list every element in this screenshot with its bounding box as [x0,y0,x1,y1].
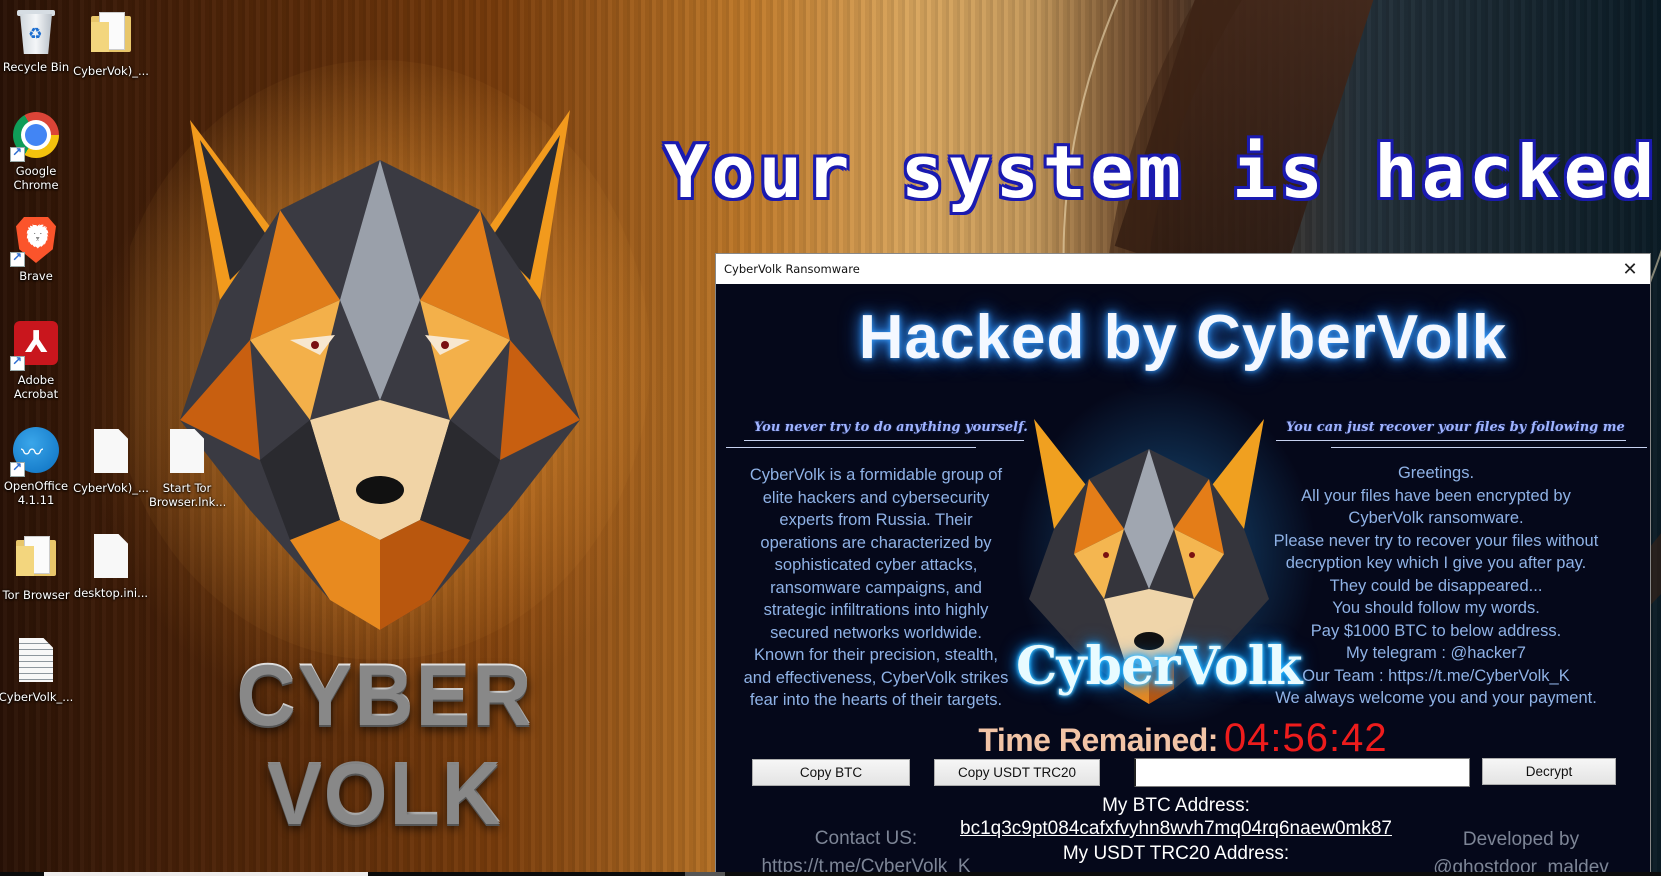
desktop-icon-label: Adobe Acrobat [13,373,59,401]
about-text: CyberVolk is a formidable group of elite … [726,464,1026,712]
desktop-icon-label: desktop.ini... [73,586,149,600]
desktop-icon-tor-browser[interactable]: Tor Browser [0,532,74,602]
desktop-icon-cybervolk-file[interactable]: CyberVok)_... [73,427,149,495]
desktop-icon-recycle-bin[interactable]: ♻ Recycle Bin [0,8,74,74]
desktop-icon-desktop-ini[interactable]: desktop.ini... [73,532,149,600]
btc-address-label: My BTC Address: [1102,795,1250,816]
shortcut-arrow-icon [10,354,25,371]
ransom-note-line: We always welcome you and your payment. [1275,689,1597,707]
about-text-line: operations are characterized by [760,533,992,552]
taskbar-edge [0,872,1661,876]
divider [726,447,976,448]
about-text-line: CyberVolk is a formidable group of [749,466,1003,484]
about-text-line: elite hackers and cybersecurity [762,488,990,507]
about-text-line: experts from Russia. Their [779,511,973,529]
about-text-line: Known for their precision, stealth, [754,646,998,664]
shortcut-arrow-icon [10,460,25,477]
about-text-line: and effectiveness, CyberVolk strikes [743,668,1009,687]
folder-icon [91,12,131,52]
taskbar-segment [44,872,368,876]
ransom-note-text: Greetings. All your files have been encry… [1236,462,1636,710]
folder-icon [16,536,56,576]
text-file-icon [19,638,53,682]
shortcut-arrow-icon [10,145,25,162]
desktop-icon-cybervolk-folder[interactable]: CyberVok)_... [73,8,149,78]
timer-label: Time Remained: [978,722,1218,758]
ransomware-window: CyberVolk Ransomware ✕ Hacked by CyberVo… [715,253,1651,876]
copy-usdt-button[interactable]: Copy USDT TRC20 [934,759,1100,786]
slogan-left: You never try to do anything yourself. [754,420,1028,435]
about-text-line: ransomware campaigns, and [770,578,982,597]
desktop-icon-start-tor-browser[interactable]: Start Tor Browser.lnk... [149,427,227,509]
ransom-note-line: decryption key which I give you after pa… [1285,554,1587,572]
ransom-note-line: Please never try to recover your files w… [1273,531,1599,550]
taskbar-segment [685,872,725,876]
close-icon[interactable]: ✕ [1610,254,1650,284]
developed-by-label: Developed by [1462,829,1580,850]
desktop-icon-adobe-acrobat[interactable]: Adobe Acrobat [0,321,74,401]
shortcut-arrow-icon [10,250,25,267]
headline: Hacked by CyberVolk [858,303,1508,372]
about-text-line: sophisticated cyber attacks, [774,556,978,574]
ransom-note-line: They could be disappeared... [1329,576,1543,595]
ransom-note-line: Greetings. [1397,464,1475,482]
desktop-icon-label: OpenOffice 4.1.11 [3,479,69,507]
hacked-banner: Your system is hacked [664,130,1659,214]
file-icon [94,429,128,473]
contact-label: Contact US: [814,828,918,849]
decrypt-button[interactable]: Decrypt [1482,758,1616,785]
about-text-line: fear into the hearts of their targets. [749,691,1003,709]
desktop-icon-google-chrome[interactable]: Google Chrome [0,112,74,192]
divider [744,440,1024,441]
developer-credit: Developed by @ghostdoor_maldev [1396,826,1646,875]
ransom-note-line: You should follow my words. [1332,599,1540,617]
desktop-icon-label: CyberVolk_... [0,690,74,704]
desktop-icon-label: Start Tor Browser.lnk... [149,481,227,509]
divider [1276,440,1626,441]
ransom-note-line: CyberVolk ransomware. [1348,509,1524,527]
divider [1331,447,1647,448]
about-text-line: strategic infiltrations into highly [763,601,989,619]
wallpaper-logo-text: CYBER VOLK [155,645,615,842]
slogan-right: You can just recover your files by follo… [1286,420,1625,435]
ransom-note-line: Pay $1000 BTC to below address. [1310,621,1562,640]
window-title: CyberVolk Ransomware [724,262,860,276]
window-titlebar[interactable]: CyberVolk Ransomware ✕ [716,254,1650,284]
window-content: Hacked by CyberVolk You never try to do … [716,284,1650,875]
desktop-icon-brave[interactable]: Brave [0,217,74,283]
desktop-icon-label: Tor Browser [2,588,70,602]
about-text-line: secured networks worldwide. [770,623,982,642]
desktop-icon-label: Google Chrome [13,164,59,192]
wolf-artwork [130,60,650,660]
copy-btc-button[interactable]: Copy BTC [752,759,910,786]
desktop-icon-label: Brave [19,269,53,283]
decryption-key-input[interactable] [1134,758,1470,787]
contact-block: Contact US: https://t.me/CyberVolk_K [726,825,1006,875]
ransom-note-line: Our Team : https://t.me/CyberVolk_K [1302,666,1570,685]
recycle-bin-icon: ♻ [17,8,55,54]
desktop-icon-cybervolk-note[interactable]: CyberVolk_... [0,636,74,704]
countdown-timer: 04:56:42 [1223,716,1388,760]
desktop-icon-openoffice[interactable]: OpenOffice 4.1.11 [0,427,74,507]
timer-row: Time Remained: 04:56:42 [716,716,1650,761]
desktop-icon-label: Recycle Bin [2,60,70,74]
ransom-note-line: All your files have been encrypted by [1301,486,1571,505]
file-icon [170,429,204,473]
desktop-icon-label: CyberVok)_... [73,64,149,78]
file-icon [94,534,128,578]
ransom-note-line: My telegram : @hacker7 [1346,644,1526,662]
desktop-icon-label: CyberVok)_... [73,481,149,495]
